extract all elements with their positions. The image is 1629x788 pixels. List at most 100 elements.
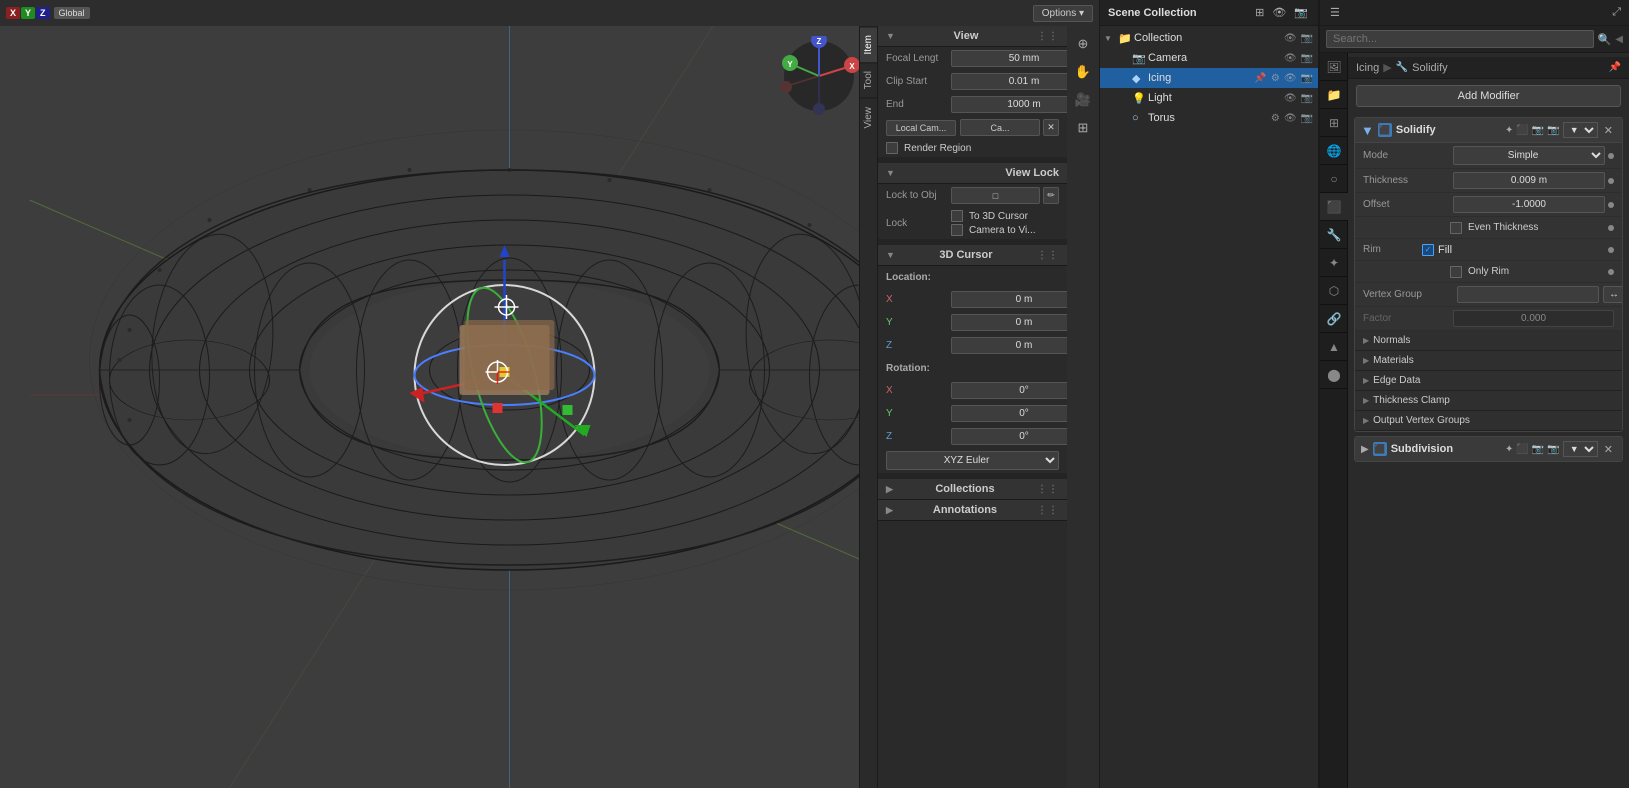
vertex-group-input[interactable] bbox=[1457, 286, 1599, 303]
icing-modifier[interactable]: ⚙ bbox=[1270, 73, 1281, 84]
subdivision-render-icon[interactable]: 📷 bbox=[1532, 444, 1544, 455]
view-section-header[interactable]: ▼ View ⋮⋮ bbox=[878, 26, 1067, 47]
z-axis[interactable]: Z bbox=[36, 7, 50, 19]
loc-z-input[interactable] bbox=[951, 337, 1067, 354]
search-collapse-icon[interactable]: ◀ bbox=[1615, 34, 1623, 45]
light-eye[interactable]: 👁 bbox=[1283, 93, 1298, 104]
camera-icon[interactable]: 🎥 bbox=[1071, 88, 1095, 112]
subdivision-collapse-arrow[interactable]: ▶ bbox=[1361, 444, 1369, 455]
thickness-clamp-section[interactable]: ▶ Thickness Clamp bbox=[1355, 391, 1622, 411]
output-vertex-groups-section[interactable]: ▶ Output Vertex Groups bbox=[1355, 411, 1622, 431]
clip-start-input[interactable] bbox=[951, 73, 1067, 90]
thickness-input[interactable] bbox=[1453, 172, 1605, 189]
cam-button[interactable]: Ca... bbox=[960, 119, 1040, 136]
rot-z-input[interactable] bbox=[951, 428, 1067, 445]
solidify-editmode-icon[interactable]: ⬛ bbox=[1516, 125, 1528, 136]
outliner-icing[interactable]: ▶ ◆ Icing 📌 ⚙ 👁 📷 bbox=[1100, 68, 1318, 88]
even-thickness-checkbox[interactable] bbox=[1450, 222, 1462, 234]
materials-section[interactable]: ▶ Materials bbox=[1355, 351, 1622, 371]
to-3d-cursor-checkbox[interactable] bbox=[951, 210, 963, 222]
rot-x-input[interactable] bbox=[951, 382, 1067, 399]
solidify-close-button[interactable]: ✕ bbox=[1601, 123, 1616, 138]
collections-header[interactable]: ▶ Collections ⋮⋮ bbox=[878, 479, 1067, 500]
camera-to-vi-checkbox[interactable] bbox=[951, 224, 963, 236]
prop-tab-particles[interactable]: ✦ bbox=[1320, 249, 1348, 277]
focal-length-input[interactable] bbox=[951, 50, 1067, 67]
solidify-render-icon[interactable]: 📷 bbox=[1532, 125, 1544, 136]
mode-select[interactable]: Simple bbox=[1453, 146, 1605, 165]
outliner-camera[interactable]: ▶ 📷 Camera 👁 📷 bbox=[1100, 48, 1318, 68]
solidify-pin-icon[interactable]: 📷 bbox=[1547, 125, 1559, 136]
prop-tab-view[interactable]: ⊞ bbox=[1320, 109, 1348, 137]
offset-input[interactable] bbox=[1453, 196, 1605, 213]
only-rim-checkbox[interactable] bbox=[1450, 266, 1462, 278]
subdivision-pin-icon[interactable]: 📷 bbox=[1547, 444, 1559, 455]
end-input[interactable] bbox=[951, 96, 1067, 113]
light-render[interactable]: 📷 bbox=[1300, 93, 1314, 104]
y-axis[interactable]: Y bbox=[21, 7, 35, 19]
solidify-visibility-icon[interactable]: ✦ bbox=[1505, 125, 1513, 136]
annotations-header[interactable]: ▶ Annotations ⋮⋮ bbox=[878, 500, 1067, 521]
options-button[interactable]: Options ▾ bbox=[1033, 5, 1093, 22]
render-region-checkbox[interactable] bbox=[886, 142, 898, 154]
prop-tab-object[interactable]: ⬛ bbox=[1320, 193, 1348, 221]
prop-tab-constraints[interactable]: 🔗 bbox=[1320, 305, 1348, 333]
icing-render[interactable]: 📷 bbox=[1300, 73, 1314, 84]
subdivision-editmode-icon[interactable]: ⬛ bbox=[1516, 444, 1528, 455]
outliner-light[interactable]: ▶ 💡 Light 👁 📷 bbox=[1100, 88, 1318, 108]
n-tab-tool[interactable]: Tool bbox=[860, 62, 877, 97]
pan-icon[interactable]: ✋ bbox=[1071, 60, 1095, 84]
fill-checkbox[interactable]: ✓ bbox=[1422, 244, 1434, 256]
collection-eye[interactable]: 👁 bbox=[1283, 33, 1298, 44]
grid-icon[interactable]: ⊞ bbox=[1071, 116, 1095, 140]
outliner-filter-icon[interactable]: ⊞ bbox=[1253, 5, 1266, 20]
rot-y-input[interactable] bbox=[951, 405, 1067, 422]
lock-to-obj-button[interactable]: □ bbox=[951, 187, 1040, 204]
solidify-collapse-arrow[interactable]: ▼ bbox=[1361, 123, 1374, 138]
lock-picker-button[interactable]: ✏ bbox=[1043, 187, 1059, 204]
camera-render[interactable]: 📷 bbox=[1300, 53, 1314, 64]
view-lock-header[interactable]: ▼ View Lock bbox=[878, 163, 1067, 184]
local-cam-button[interactable]: Local Cam... bbox=[886, 120, 956, 136]
outliner-eye-icon[interactable]: 👁 bbox=[1270, 5, 1288, 20]
breadcrumb-pin-icon[interactable]: 📌 bbox=[1609, 62, 1621, 73]
vertex-group-transfer-btn[interactable]: ↔ bbox=[1603, 286, 1623, 303]
n-tab-item[interactable]: Item bbox=[860, 26, 877, 62]
prop-tab-material[interactable]: ⬤ bbox=[1320, 361, 1348, 389]
outliner-render-icon[interactable]: 📷 bbox=[1292, 5, 1310, 20]
solidify-mode-dropdown-header[interactable]: ▼ bbox=[1563, 122, 1598, 138]
prop-maximize-icon[interactable]: ⤢ bbox=[1612, 6, 1621, 19]
prop-tab-output[interactable]: 📁 bbox=[1320, 81, 1348, 109]
prop-tab-data[interactable]: ▲ bbox=[1320, 333, 1348, 361]
outliner-torus[interactable]: ▶ ○ Torus ⚙ 👁 📷 bbox=[1100, 108, 1318, 128]
prop-tab-world[interactable]: ○ bbox=[1320, 165, 1348, 193]
prop-tab-scene[interactable]: 🌐 bbox=[1320, 137, 1348, 165]
x-axis[interactable]: X bbox=[6, 7, 20, 19]
torus-render[interactable]: 📷 bbox=[1300, 113, 1314, 124]
transform-space[interactable]: Global bbox=[54, 7, 90, 19]
prop-tab-render[interactable]: 🖼 bbox=[1320, 53, 1348, 81]
torus-modifier[interactable]: ⚙ bbox=[1270, 113, 1281, 124]
edge-data-section[interactable]: ▶ Edge Data bbox=[1355, 371, 1622, 391]
outliner-collection[interactable]: ▼ 📁 Collection 👁 📷 bbox=[1100, 28, 1318, 48]
property-search-input[interactable] bbox=[1326, 30, 1594, 48]
icing-pin[interactable]: 📌 bbox=[1253, 73, 1267, 84]
loc-y-input[interactable] bbox=[951, 314, 1067, 331]
camera-eye[interactable]: 👁 bbox=[1283, 53, 1298, 64]
loc-x-input[interactable] bbox=[951, 291, 1067, 308]
navigation-gizmo[interactable]: X Y Z bbox=[779, 36, 859, 116]
collection-render[interactable]: 📷 bbox=[1300, 33, 1314, 44]
cursor-section-header[interactable]: ▼ 3D Cursor ⋮⋮ bbox=[878, 245, 1067, 266]
subdivision-visibility-icon[interactable]: ✦ bbox=[1505, 444, 1513, 455]
subdivision-close-button[interactable]: ✕ bbox=[1601, 442, 1616, 457]
prop-tab-physics[interactable]: ⬡ bbox=[1320, 277, 1348, 305]
prop-tab-modifiers[interactable]: 🔧 bbox=[1320, 221, 1348, 249]
add-modifier-button[interactable]: Add Modifier bbox=[1356, 85, 1621, 107]
icing-eye[interactable]: 👁 bbox=[1283, 73, 1298, 84]
n-tab-view[interactable]: View bbox=[860, 98, 877, 137]
normals-section[interactable]: ▶ Normals bbox=[1355, 331, 1622, 351]
subdivision-mode-dropdown[interactable]: ▼ bbox=[1563, 441, 1598, 457]
cam-close-button[interactable]: ✕ bbox=[1043, 119, 1059, 136]
zoom-icon[interactable]: ⊕ bbox=[1071, 32, 1095, 56]
prop-menu-icon[interactable]: ☰ bbox=[1328, 5, 1342, 20]
